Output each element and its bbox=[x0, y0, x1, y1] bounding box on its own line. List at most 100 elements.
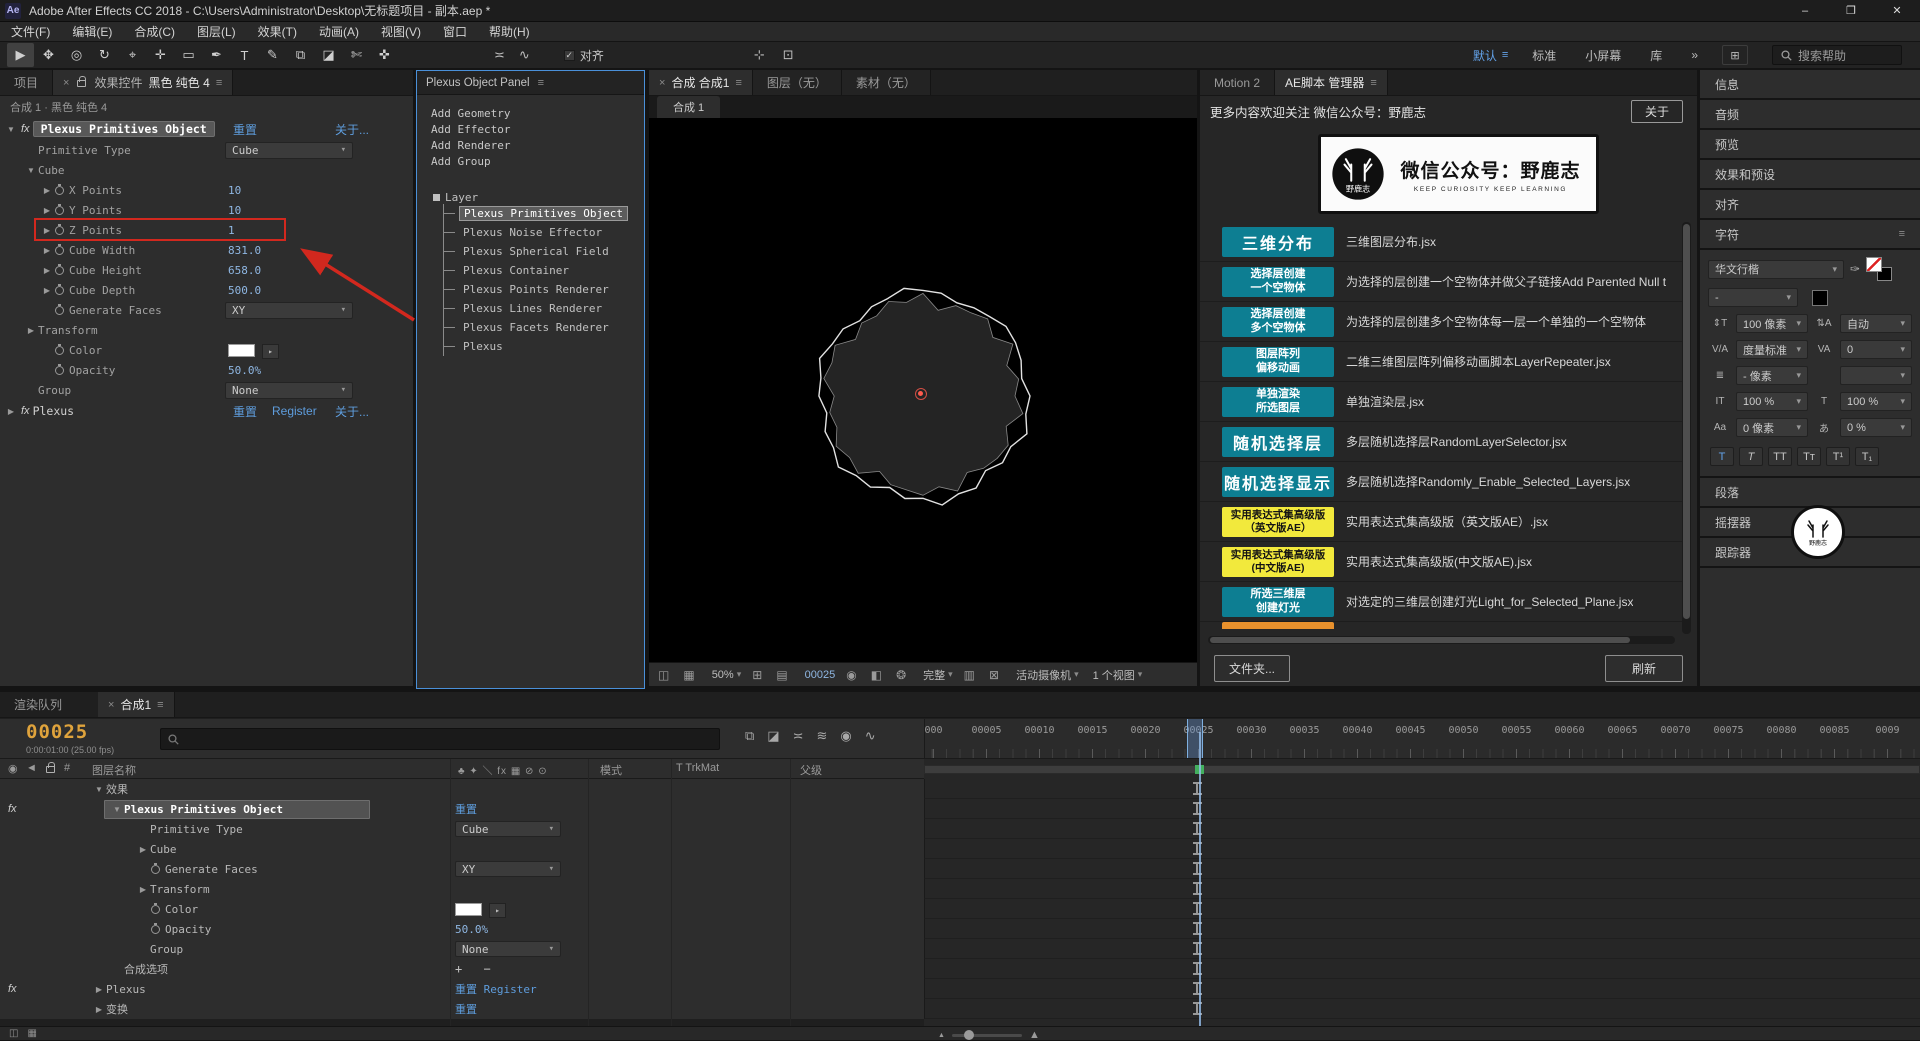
timeline-search-input[interactable] bbox=[160, 728, 720, 750]
property-value[interactable]: 658.0 bbox=[228, 264, 261, 277]
panel-menu-icon[interactable]: ≡ bbox=[216, 77, 222, 89]
timeline-property-row[interactable]: Generate Faces XY bbox=[0, 859, 1920, 879]
timeline-property-row[interactable]: Group None bbox=[0, 939, 1920, 959]
status-item[interactable]: ⊠ bbox=[989, 668, 1002, 682]
track-area[interactable] bbox=[924, 839, 1920, 859]
zoom-in-icon[interactable]: ▲ bbox=[1029, 1029, 1040, 1041]
script-run-button[interactable]: 图层阵列 偏移动画 bbox=[1222, 347, 1334, 377]
plexus-add-button[interactable]: Add Group bbox=[431, 153, 644, 169]
script-run-button[interactable]: 实用表达式集高级版 (中文版AE) bbox=[1222, 547, 1334, 577]
property-value[interactable]: None bbox=[455, 941, 561, 957]
property-value[interactable]: 831.0 bbox=[228, 244, 261, 257]
panel-header[interactable]: 对齐 bbox=[1700, 190, 1920, 218]
reset-link[interactable]: 重置 bbox=[233, 403, 257, 420]
track-area[interactable] bbox=[924, 799, 1920, 819]
tool-button[interactable]: ✜ bbox=[371, 43, 398, 67]
tree-item[interactable]: Plexus Primitives Object bbox=[444, 204, 644, 223]
horizontal-scrollbar[interactable] bbox=[1208, 636, 1675, 644]
tree-item[interactable]: Plexus Lines Renderer bbox=[444, 299, 644, 318]
lock-column-icon[interactable] bbox=[46, 766, 55, 773]
timeline-property-row[interactable]: ▶ Cube bbox=[0, 839, 1920, 859]
track-area[interactable] bbox=[924, 879, 1920, 899]
close-button[interactable]: ✕ bbox=[1874, 0, 1920, 21]
timeline-property-row[interactable]: Color bbox=[0, 899, 1920, 919]
menu-item[interactable]: 动画(A) bbox=[308, 23, 370, 40]
status-item[interactable]: ◧ bbox=[871, 668, 885, 682]
setting-select[interactable]: 度量标准 bbox=[1736, 340, 1808, 359]
twirl-icon[interactable]: ▶ bbox=[136, 885, 150, 894]
workspace-overflow[interactable]: » bbox=[1691, 48, 1698, 62]
type-style-toggle[interactable]: TT bbox=[1768, 447, 1792, 466]
panel-menu-icon[interactable]: ≡ bbox=[157, 699, 163, 711]
close-tab-icon[interactable]: × bbox=[63, 77, 69, 89]
twirl-icon[interactable]: ▼ bbox=[4, 125, 18, 134]
effect-header-row[interactable]: ▼ fx Plexus Primitives Object 重置 关于... bbox=[0, 118, 413, 140]
tool-button[interactable]: T bbox=[231, 43, 258, 67]
tree-item[interactable]: Plexus Spherical Field bbox=[444, 242, 644, 261]
zoom-slider-thumb[interactable] bbox=[964, 1030, 974, 1040]
status-item[interactable]: 完整 bbox=[920, 667, 953, 683]
tree-root[interactable]: Layer bbox=[433, 191, 644, 204]
type-style-toggle[interactable]: T bbox=[1739, 447, 1763, 466]
panel-menu-icon[interactable]: ≡ bbox=[538, 77, 544, 89]
stopwatch-icon[interactable] bbox=[151, 865, 160, 874]
fx-badge-icon[interactable]: fx bbox=[8, 983, 17, 995]
stopwatch-icon[interactable] bbox=[55, 266, 64, 275]
timeline-property-row[interactable]: Primitive Type Cube bbox=[0, 819, 1920, 839]
setting-select[interactable]: 0 % bbox=[1840, 418, 1912, 437]
panel-menu-icon[interactable]: ≡ bbox=[1899, 228, 1905, 240]
effect-property-row[interactable]: Color bbox=[0, 340, 413, 360]
stopwatch-icon[interactable] bbox=[151, 925, 160, 934]
timeline-property-row[interactable]: 合成选项 + − bbox=[0, 959, 1920, 979]
toolbar-icon[interactable]: ⊡ bbox=[783, 47, 794, 63]
property-value[interactable]: 10 bbox=[228, 204, 241, 217]
timeline-toggle-icon[interactable]: ⧉ bbox=[745, 728, 754, 744]
twirl-icon[interactable]: ▶ bbox=[92, 1005, 106, 1014]
effect-property-row[interactable]: ▼ Cube bbox=[0, 160, 413, 180]
panel-header[interactable]: 预览 bbox=[1700, 130, 1920, 158]
twirl-icon[interactable]: ▶ bbox=[40, 246, 54, 255]
script-run-button[interactable]: 实用表达式集高级版 （英文版AE） bbox=[1222, 507, 1334, 537]
tree-item[interactable]: Plexus Points Renderer bbox=[444, 280, 644, 299]
property-value[interactable]: 50.0% bbox=[228, 364, 261, 377]
panel-header[interactable]: 音频 bbox=[1700, 100, 1920, 128]
tab-motion2[interactable]: Motion 2 bbox=[1200, 70, 1275, 95]
font-family-select[interactable]: 华文行楷 bbox=[1708, 260, 1844, 279]
tab-render-queue[interactable]: 渲染队列 bbox=[0, 692, 76, 717]
playhead-line[interactable] bbox=[1199, 732, 1201, 1026]
twirl-icon[interactable]: ▶ bbox=[40, 206, 54, 215]
setting-select[interactable]: 100 % bbox=[1736, 392, 1808, 411]
script-run-button[interactable]: 三维分布 bbox=[1222, 227, 1334, 257]
script-run-button[interactable]: 选择层创建 一个空物体 bbox=[1222, 267, 1334, 297]
script-run-button[interactable]: 随机选择层 bbox=[1222, 427, 1334, 457]
effect-property-row[interactable]: Opacity 50.0% bbox=[0, 360, 413, 380]
menu-item[interactable]: 编辑(E) bbox=[61, 23, 123, 40]
effect-name[interactable]: Plexus Primitives Object bbox=[33, 121, 215, 137]
tool-button[interactable]: ✄ bbox=[343, 43, 370, 67]
twirl-icon[interactable]: ▶ bbox=[92, 985, 106, 994]
script-run-button[interactable]: 随机选择显示 bbox=[1222, 467, 1334, 497]
effect-name[interactable]: Plexus bbox=[33, 404, 75, 418]
vertical-scrollbar[interactable] bbox=[1682, 222, 1691, 634]
tool-button[interactable]: ▶ bbox=[7, 43, 34, 67]
stopwatch-icon[interactable] bbox=[151, 905, 160, 914]
script-run-button[interactable]: 单独渲染 所选图层 bbox=[1222, 387, 1334, 417]
panel-menu-icon[interactable]: ≡ bbox=[735, 77, 741, 89]
timeline-property-row[interactable]: fx ▶ Plexus 重置 Register bbox=[0, 979, 1920, 999]
register-link[interactable]: Register bbox=[272, 404, 317, 418]
status-item[interactable]: 50% bbox=[709, 669, 742, 681]
fx-badge-icon[interactable]: fx bbox=[8, 803, 17, 815]
timeline-toggle-icon[interactable]: ∿ bbox=[865, 728, 876, 744]
about-link[interactable]: 关于... bbox=[335, 403, 369, 420]
fill-stroke-swatches[interactable] bbox=[1866, 257, 1892, 281]
script-run-button[interactable]: 选择层创建 多个空物体 bbox=[1222, 307, 1334, 337]
effect-header-row-2[interactable]: ▶ fx Plexus 重置 Register 关于... bbox=[0, 400, 413, 422]
tool-button[interactable]: ▭ bbox=[175, 43, 202, 67]
comp-crumb-tab[interactable]: 合成 1 bbox=[657, 96, 720, 118]
mode-column[interactable]: 模式 bbox=[600, 762, 622, 778]
panel-header[interactable]: 段落 bbox=[1700, 478, 1920, 506]
comp-viewport[interactable] bbox=[649, 118, 1197, 662]
effect-property-row[interactable]: ▶ Y Points 10 bbox=[0, 200, 413, 220]
help-search-input[interactable]: 搜索帮助 bbox=[1772, 45, 1902, 65]
stopwatch-icon[interactable] bbox=[55, 366, 64, 375]
